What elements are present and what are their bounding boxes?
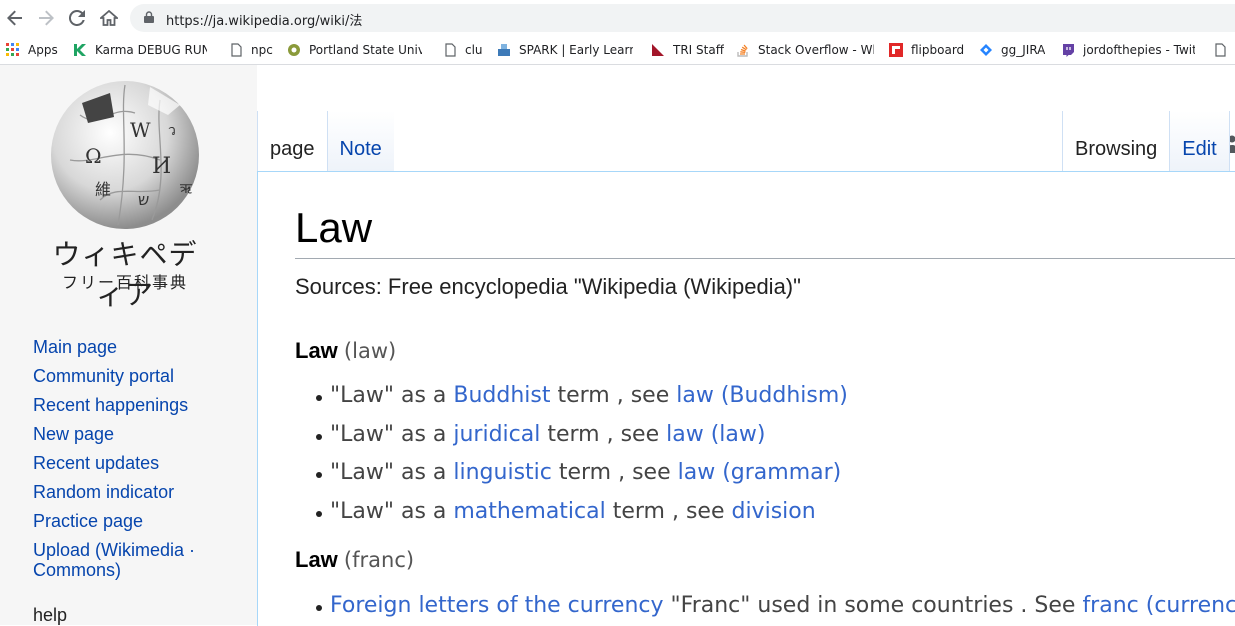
bookmarks-bar: Apps Karma DEBUG RUNN npc Portland State… [0, 36, 1235, 65]
bookmark-label: jordofthepies - Twitch [1083, 43, 1195, 57]
section-paren: (franc) [344, 548, 414, 572]
sidebar-item-recent-happenings[interactable]: Recent happenings [33, 391, 213, 420]
svg-text:ऋ: ऋ [180, 181, 193, 197]
link-juridical[interactable]: juridical [453, 422, 540, 447]
tab-browsing[interactable]: Browsing [1062, 111, 1169, 171]
bookmark-more[interactable] [1213, 42, 1235, 58]
page-icon [229, 43, 243, 57]
bookmark-label: npc [251, 43, 273, 57]
flipboard-icon [889, 43, 903, 57]
bookmark-clu[interactable]: clu [443, 42, 483, 58]
lock-icon [144, 11, 154, 23]
twitch-icon [1061, 43, 1075, 57]
sidebar-item-main-page[interactable]: Main page [33, 333, 213, 362]
bookmark-label: Stack Overflow - Whe [758, 43, 874, 57]
svg-text:維: 維 [95, 180, 111, 199]
apps-grid-icon [6, 43, 20, 57]
bookmark-apps[interactable]: Apps [6, 42, 58, 58]
bookmark-label: gg_JIRA [1001, 43, 1045, 57]
bookmark-label: TRI Staff [673, 43, 724, 57]
title-divider [295, 258, 1235, 259]
home-icon[interactable] [97, 6, 121, 30]
section-law-franc: Law (franc) [295, 547, 414, 573]
bookmark-label: Portland State Univer [309, 43, 422, 57]
tab-edit[interactable]: Edit [1169, 111, 1229, 171]
list-item: Foreign letters of the currency "Franc" … [314, 587, 1235, 626]
psu-icon [287, 43, 301, 57]
link-law-law[interactable]: law (law) [666, 422, 765, 447]
sidebar-item-new-page[interactable]: New page [33, 420, 213, 449]
sidebar-item-upload[interactable]: Upload (Wikimedia · Commons) [33, 536, 213, 580]
page-title: Law [295, 204, 372, 252]
svg-text:И: И [152, 154, 171, 179]
tri-icon [651, 43, 665, 57]
list-item: "Law" as a linguistic term , see law (gr… [314, 454, 848, 493]
sidebar-item-community-portal[interactable]: Community portal [33, 362, 213, 391]
bookmark-flipboard[interactable]: flipboard [889, 42, 964, 58]
reload-icon[interactable] [65, 6, 89, 30]
spark-icon [497, 43, 511, 57]
wikipedia-logo[interactable]: W Ω И 維 ว ש ऋ ウィキペディア フリー百科事典 [40, 75, 210, 290]
link-mathematical[interactable]: mathematical [453, 499, 605, 524]
tab-page[interactable]: page [257, 111, 327, 171]
bookmark-label: SPARK | Early Learning [519, 43, 633, 57]
sidebar-item-practice-page[interactable]: Practice page [33, 507, 213, 536]
link-buddhist[interactable]: Buddhist [453, 383, 550, 408]
stack-overflow-icon [736, 43, 750, 57]
article-content: Law Sources: Free encyclopedia "Wikipedi… [257, 171, 1235, 626]
site-subtitle: Sources: Free encyclopedia "Wikipedia (W… [295, 274, 801, 300]
bookmark-label: Apps [28, 43, 58, 57]
link-foreign-letters[interactable]: Foreign letters of the currency [330, 593, 664, 618]
sidebar-heading-help: help [33, 605, 67, 626]
section-word: Law [295, 338, 338, 363]
sidebar-item-recent-updates[interactable]: Recent updates [33, 449, 213, 478]
list-item: "Law" as a Buddhist term , see law (Budd… [314, 377, 848, 416]
link-linguistic[interactable]: linguistic [453, 460, 551, 485]
svg-text:Ω: Ω [85, 144, 102, 168]
page-icon [1213, 43, 1227, 57]
namespace-tabs: page Note [257, 111, 394, 171]
url-text: https://ja.wikipedia.org/wiki/法 [166, 10, 362, 29]
bookmark-stack-overflow[interactable]: Stack Overflow - Whe [736, 42, 874, 58]
section-word: Law [295, 547, 338, 572]
bookmark-portland-state[interactable]: Portland State Univer [287, 42, 422, 58]
svg-text:ש: ש [138, 190, 149, 209]
sidebar-item-random-indicator[interactable]: Random indicator [33, 478, 213, 507]
wiki-page: W Ω И 維 ว ש ऋ ウィキペディア フリー百科事典 Main page … [0, 65, 1235, 625]
bookmark-tri-staff[interactable]: TRI Staff [651, 42, 724, 58]
bookmark-twitch[interactable]: jordofthepies - Twitch [1061, 42, 1195, 58]
disambiguation-list: "Law" as a Buddhist term , see law (Budd… [314, 377, 848, 531]
karma-icon [73, 43, 87, 57]
back-icon[interactable] [3, 6, 27, 30]
svg-text:ว: ว [168, 123, 176, 139]
bookmark-label: Karma DEBUG RUNN [95, 43, 207, 57]
logo-subtitle: フリー百科事典 [40, 269, 210, 293]
sidebar: W Ω И 維 ว ש ऋ ウィキペディア フリー百科事典 Main page … [0, 65, 257, 625]
bookmark-npc[interactable]: npc [229, 42, 273, 58]
tab-note[interactable]: Note [327, 111, 394, 171]
bookmark-label: clu [465, 43, 483, 57]
section-paren: (law) [344, 339, 396, 363]
address-bar[interactable]: https://ja.wikipedia.org/wiki/法 [130, 4, 1235, 32]
view-tabs: Browsing Edit [1062, 111, 1230, 171]
jira-icon [979, 43, 993, 57]
link-franc-currency[interactable]: franc (currency) [1082, 593, 1235, 618]
bookmark-gg-jira[interactable]: gg_JIRA [979, 42, 1045, 58]
svg-text:W: W [130, 118, 151, 142]
disambiguation-list-franc: Foreign letters of the currency "Franc" … [314, 587, 1235, 626]
page-icon [443, 43, 457, 57]
section-law-law: Law (law) [295, 338, 396, 364]
link-law-buddhism[interactable]: law (Buddhism) [676, 383, 848, 408]
forward-icon[interactable] [34, 6, 58, 30]
bookmark-spark[interactable]: SPARK | Early Learning [497, 42, 633, 58]
link-law-grammar[interactable]: law (grammar) [678, 460, 842, 485]
list-item: "Law" as a mathematical term , see divis… [314, 493, 848, 532]
bookmark-label: flipboard [911, 43, 964, 57]
bookmark-karma[interactable]: Karma DEBUG RUNN [73, 42, 207, 58]
list-item: "Law" as a juridical term , see law (law… [314, 416, 848, 455]
browser-toolbar: https://ja.wikipedia.org/wiki/法 [0, 0, 1235, 36]
link-division[interactable]: division [731, 499, 815, 524]
wikipedia-globe-icon: W Ω И 維 ว ש ऋ [40, 75, 210, 231]
sidebar-nav: Main page Community portal Recent happen… [33, 333, 213, 580]
